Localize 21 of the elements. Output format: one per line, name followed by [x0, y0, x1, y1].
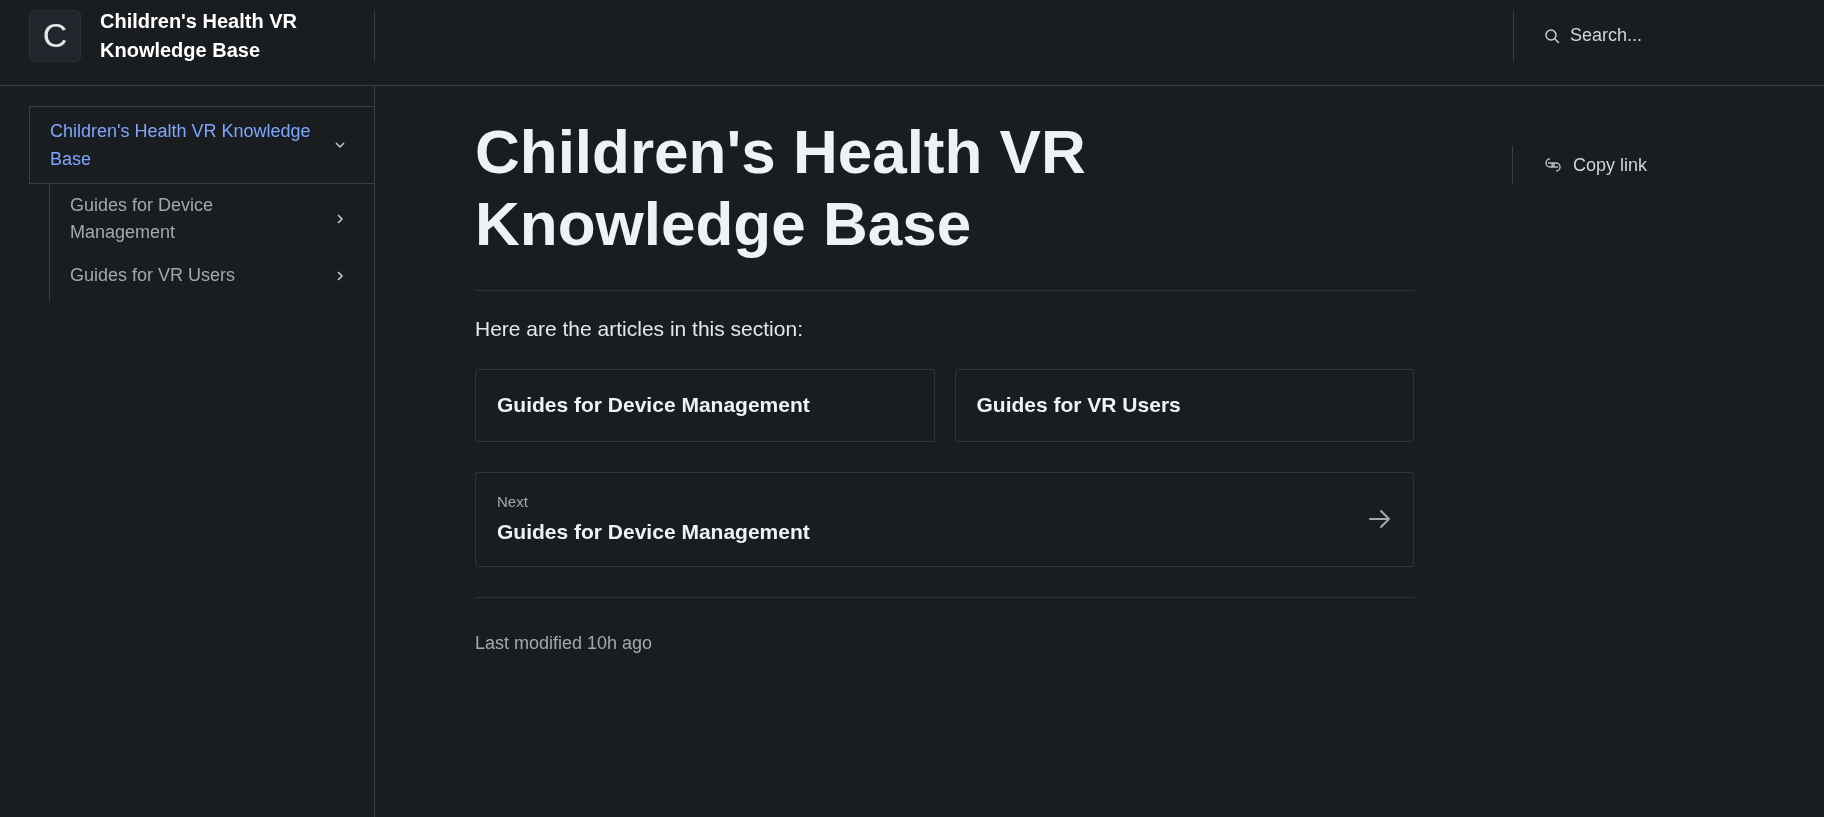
search-icon [1544, 27, 1560, 44]
nav-item[interactable]: Children's Health VR Knowledge Base [29, 106, 374, 184]
chevron-down-icon [334, 139, 346, 151]
copy-link-button[interactable]: Copy link [1542, 151, 1648, 179]
logo[interactable]: C [29, 9, 81, 62]
intro-text: Here are the articles in this section: [475, 316, 804, 342]
link-icon [1542, 155, 1564, 175]
next-page-card[interactable]: Next Guides for Device Management [475, 471, 1414, 567]
next-title: Guides for Device Management [497, 518, 810, 545]
arrow-right-icon [1368, 508, 1392, 530]
chevron-right-icon [334, 213, 346, 225]
chevron-right-icon [334, 269, 346, 282]
nav-item[interactable]: Guides for VR Users [50, 254, 374, 297]
site-title[interactable]: Children's Health VR Knowledge Base [100, 6, 310, 65]
nav-item[interactable]: Guides for Device Management [50, 184, 374, 254]
article-card[interactable]: Guides for VR Users [954, 368, 1414, 442]
page-title: Children's Health VR Knowledge Base [475, 116, 1087, 260]
article-card[interactable]: Guides for Device Management [475, 368, 935, 442]
search-field[interactable]: Search... [1570, 22, 1810, 49]
last-modified-text: Last modified 10h ago [475, 631, 654, 655]
next-label: Next [497, 492, 529, 512]
